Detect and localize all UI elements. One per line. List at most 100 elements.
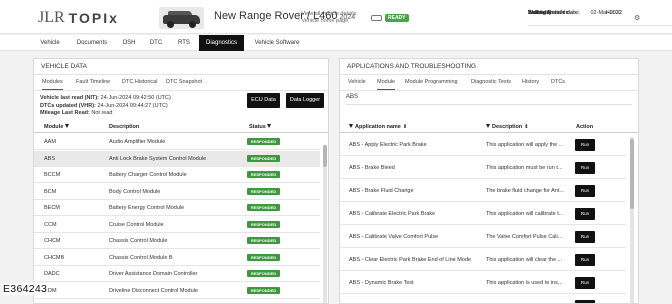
subtab-vehicle[interactable]: Vehicle bbox=[348, 75, 366, 90]
application-name: ABS - Brake Bleed bbox=[349, 165, 395, 171]
run-button[interactable]: Run bbox=[575, 254, 595, 266]
table-row: ABS - Calibrate Electric Park Brake This … bbox=[340, 203, 626, 225]
tab-rts[interactable]: RTS bbox=[173, 35, 195, 51]
module-description: Cruise Control Module bbox=[109, 221, 164, 228]
status-badge: RESPONDED bbox=[247, 171, 280, 178]
description-column-header[interactable]: Description ⇕ bbox=[486, 124, 528, 130]
subtab-fault-timeline[interactable]: Fault Timeline bbox=[76, 75, 110, 90]
filter-icon[interactable] bbox=[64, 124, 69, 128]
module-code: CCM bbox=[44, 221, 57, 228]
tab-documents[interactable]: Documents bbox=[72, 35, 112, 51]
table-row[interactable]: DADC Driver Assistance Domain Controller R… bbox=[34, 266, 320, 282]
module-code: ABS bbox=[44, 155, 56, 162]
tab-osh[interactable]: OSH bbox=[118, 35, 140, 51]
action-column-header: Action bbox=[576, 124, 594, 130]
vehicle-data-title: VEHICLE DATA bbox=[34, 59, 328, 75]
table-row[interactable]: BCCM Battery Charger Control Module RESPON… bbox=[34, 167, 320, 183]
tab-diagnostics[interactable]: Diagnostics bbox=[199, 35, 244, 51]
warranty-value bbox=[582, 10, 622, 25]
view-vehicle-details-link[interactable]: View all vehicle details bbox=[298, 11, 356, 18]
applications-scrollbar[interactable] bbox=[630, 137, 634, 303]
tab-vehicle[interactable]: Vehicle bbox=[36, 35, 64, 51]
module-description: Anti Lock Brake System Control Module bbox=[109, 155, 207, 162]
module-search-input[interactable]: ABS bbox=[346, 94, 358, 100]
run-button[interactable]: Run bbox=[575, 277, 595, 289]
application-description: This application is used to ins... bbox=[486, 280, 563, 286]
run-button[interactable]: Run bbox=[575, 231, 595, 243]
read-info: Vehicle last read (NIT): 24-Jun-2024 09:… bbox=[40, 95, 171, 118]
subtab-dtc-snapshot[interactable]: DTC Snapshot bbox=[166, 75, 202, 90]
run-button[interactable]: Run bbox=[575, 208, 595, 220]
subtab-dtc-historical[interactable]: DTC Historical bbox=[122, 75, 157, 90]
vehicle-home-link[interactable]: Vehicle home page bbox=[298, 18, 356, 25]
run-button[interactable]: Run bbox=[575, 300, 595, 303]
data-logger-button[interactable]: Data Logger bbox=[286, 93, 324, 108]
vehicle-thumbnail bbox=[159, 7, 204, 29]
filter-icon[interactable] bbox=[267, 124, 272, 128]
table-row[interactable]: DDM Driveline Disconnect Control Module RE… bbox=[34, 283, 320, 299]
table-row[interactable]: BECM Battery Energy Control Module RESPOND… bbox=[34, 200, 320, 216]
status-badge: RESPONDED bbox=[247, 270, 280, 277]
status-column-header[interactable]: Status bbox=[249, 124, 273, 130]
status-badge: RESPONDED bbox=[247, 286, 280, 294]
module-description: Driveline Disconnect Control Module bbox=[109, 287, 198, 294]
run-button[interactable]: Run bbox=[575, 185, 595, 197]
subtab-dtcs[interactable]: DTCs bbox=[551, 75, 565, 90]
sort-icon[interactable]: ⇕ bbox=[403, 124, 407, 130]
settings-icon[interactable]: ⚙ bbox=[634, 14, 640, 22]
run-button[interactable]: Run bbox=[575, 139, 595, 151]
subtab-module-programming[interactable]: Module Programming bbox=[405, 75, 458, 90]
module-column-header[interactable]: Module bbox=[44, 124, 71, 130]
application-description: The brake fluid change for Ant... bbox=[486, 188, 564, 194]
sort-icon[interactable]: ⇕ bbox=[524, 124, 528, 130]
application-name: ABS - Clear Electric Park Brake End of L… bbox=[349, 257, 471, 263]
tab-vehicle-software[interactable]: Vehicle Software bbox=[249, 35, 305, 51]
module-code: DADC bbox=[44, 271, 60, 277]
filter-icon[interactable] bbox=[486, 124, 490, 128]
module-code: BCCM bbox=[44, 172, 61, 178]
module-code: CHCMB bbox=[44, 254, 65, 261]
filter-icon[interactable] bbox=[349, 124, 353, 128]
table-row[interactable]: BCM Body Control Module RESPONDED bbox=[34, 184, 320, 200]
topix-logo-text: TOPIx bbox=[68, 10, 119, 26]
table-row: ABS - Calibrate Valve Comfort Pulse The V… bbox=[340, 226, 626, 248]
module-description: Battery Energy Control Module bbox=[109, 205, 185, 211]
run-button[interactable]: Run bbox=[575, 162, 595, 174]
subtab-history[interactable]: History bbox=[522, 75, 539, 90]
module-code: CHCM bbox=[44, 238, 61, 244]
modules-table-header: Module Description Status bbox=[34, 121, 328, 133]
figure-code: E364243 bbox=[2, 283, 49, 295]
applications-title: APPLICATIONS AND TROUBLESHOOTING bbox=[340, 59, 638, 75]
module-code: AAM bbox=[44, 139, 56, 145]
status-badge: RESPONDED bbox=[247, 138, 280, 145]
table-row[interactable]: ABS Anti Lock Brake System Control Module… bbox=[34, 150, 320, 167]
subtab-diagnostic-tests[interactable]: Diagnostic Tests bbox=[471, 75, 511, 90]
topix-logo[interactable]: JLR TOPIx bbox=[38, 9, 119, 27]
main-nav: Vehicle Documents OSH DTC RTS Diagnostic… bbox=[0, 35, 672, 51]
subtab-module[interactable]: Module bbox=[377, 75, 396, 90]
dtcs-updated-value: 24-Jun-2024 09:44:27 (UTC) bbox=[97, 102, 168, 109]
mileage-label: Mileage Last Read: bbox=[40, 110, 90, 116]
table-row: ABS - Brake Bleed This application must b… bbox=[340, 157, 626, 179]
module-description: Chassis Control Module bbox=[109, 238, 168, 244]
mileage-value: Not read bbox=[91, 110, 113, 116]
ecu-data-button[interactable]: ECU Data bbox=[247, 93, 280, 108]
status-badge: RESPONDED bbox=[247, 220, 280, 228]
modules-scrollbar[interactable] bbox=[323, 145, 327, 303]
applications-scrollbar-thumb[interactable] bbox=[630, 139, 634, 209]
table-row[interactable]: AAM Audio Amplifier Module RESPONDED bbox=[34, 134, 320, 150]
last-read-value: 24-Jun-2024 09:42:50 (UTC) bbox=[100, 95, 171, 101]
table-row[interactable]: CHCM Chassis Control Module RESPONDED bbox=[34, 233, 320, 249]
table-row[interactable]: CCM Cruise Control Module RESPONDED bbox=[34, 217, 320, 233]
table-row[interactable]: CHCMB Chassis Control Module B RESPONDED bbox=[34, 250, 320, 266]
description-column-header[interactable]: Description bbox=[109, 124, 139, 130]
status-badge: RESPONDED bbox=[247, 204, 280, 211]
application-name: ABS - Dynamic Brake Test bbox=[349, 280, 414, 286]
application-name-column-header[interactable]: Application name ⇕ bbox=[349, 124, 407, 130]
table-row: ABS - Brake Fluid Change The brake fluid … bbox=[340, 180, 626, 202]
modules-scrollbar-thumb[interactable] bbox=[323, 145, 327, 167]
module-description: Battery Charger Control Module bbox=[109, 172, 187, 178]
tab-dtc[interactable]: DTC bbox=[145, 35, 167, 51]
app-header: JLR TOPIx New Range Rover / L4602024 Vie… bbox=[0, 0, 672, 34]
subtab-modules[interactable]: Modules bbox=[42, 75, 63, 90]
